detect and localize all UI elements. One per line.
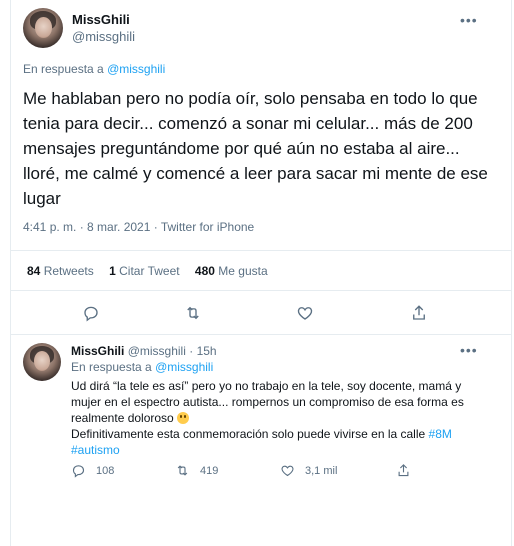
quotes-count: 1 [109, 264, 116, 278]
reply-text-part1: Ud dirá “la tele es así” pero yo no trab… [71, 379, 464, 425]
retweets-stat[interactable]: 84 Retweets [27, 264, 94, 278]
retweet-count: 419 [200, 464, 219, 477]
retweet-icon [187, 306, 199, 320]
reply-button[interactable] [80, 302, 102, 324]
reply-header: MissGhili @missghili · 15h [71, 344, 217, 358]
likes-count: 480 [194, 264, 215, 278]
more-options-icon[interactable]: ••• [460, 342, 478, 358]
likes-stat[interactable]: 480 Me gusta [195, 264, 268, 278]
reply-author-name[interactable]: MissGhili [71, 344, 124, 358]
like-button[interactable]: 3,1 mil [280, 463, 337, 478]
reply-author-handle[interactable]: @missghili [128, 344, 186, 358]
reply-button[interactable]: 108 [71, 463, 114, 478]
share-icon [398, 464, 409, 477]
divider [10, 334, 512, 335]
retweet-button[interactable] [182, 302, 204, 324]
tweet-stats: 84 Retweets 1 Citar Tweet 480 Me gusta [27, 264, 280, 278]
retweet-icon [177, 465, 188, 476]
retweet-button[interactable]: 419 [175, 463, 218, 478]
avatar[interactable] [23, 343, 61, 381]
quotes-label: Citar Tweet [119, 264, 180, 278]
smiling-face-emoji-icon [177, 412, 190, 424]
heart-icon [281, 465, 294, 477]
reply-tweet-text: Ud dirá “la tele es así” pero yo no trab… [71, 378, 481, 458]
reply-tweet-actions: 108 419 3,1 mil [71, 463, 471, 483]
reply-icon [84, 306, 98, 322]
reply-handle-link[interactable]: @missghili [107, 62, 165, 76]
likes-label: Me gusta [218, 264, 268, 278]
reply-count: 108 [96, 464, 115, 477]
like-button[interactable] [294, 302, 316, 324]
avatar[interactable] [23, 8, 63, 48]
reply-handle-link[interactable]: @missghili [155, 360, 213, 374]
share-button[interactable] [396, 463, 421, 478]
retweets-count: 84 [27, 264, 41, 278]
divider [10, 290, 512, 291]
more-options-icon[interactable]: ••• [460, 12, 478, 28]
reply-context: En respuesta a @missghili [23, 62, 165, 76]
share-icon [413, 305, 425, 320]
reply-prefix: En respuesta a [23, 62, 104, 76]
heart-icon [297, 307, 313, 320]
reply-icon [72, 465, 85, 478]
retweets-label: Retweets [43, 264, 94, 278]
reply-prefix: En respuesta a [71, 360, 152, 374]
tweet-actions [10, 302, 512, 324]
tweet-timestamp[interactable]: 4:41 p. m. · 8 mar. 2021 · Twitter for i… [23, 220, 254, 234]
hashtag-autismo-link[interactable]: #autismo [71, 443, 120, 457]
author-name[interactable]: MissGhili [72, 12, 130, 27]
reply-text-part2: Definitivamente esta conmemoración solo … [71, 427, 426, 441]
hashtag-8m-link[interactable]: #8M [429, 427, 452, 441]
reply-age[interactable]: · 15h [189, 344, 216, 358]
share-button[interactable] [408, 302, 430, 324]
reply-context: En respuesta a @missghili [71, 360, 213, 374]
author-handle[interactable]: @missghili [72, 29, 135, 44]
divider [10, 250, 512, 251]
like-count: 3,1 mil [305, 464, 338, 477]
tweet-text: Me hablaban pero no podía oír, solo pens… [23, 89, 488, 208]
quotes-stat[interactable]: 1 Citar Tweet [109, 264, 180, 278]
